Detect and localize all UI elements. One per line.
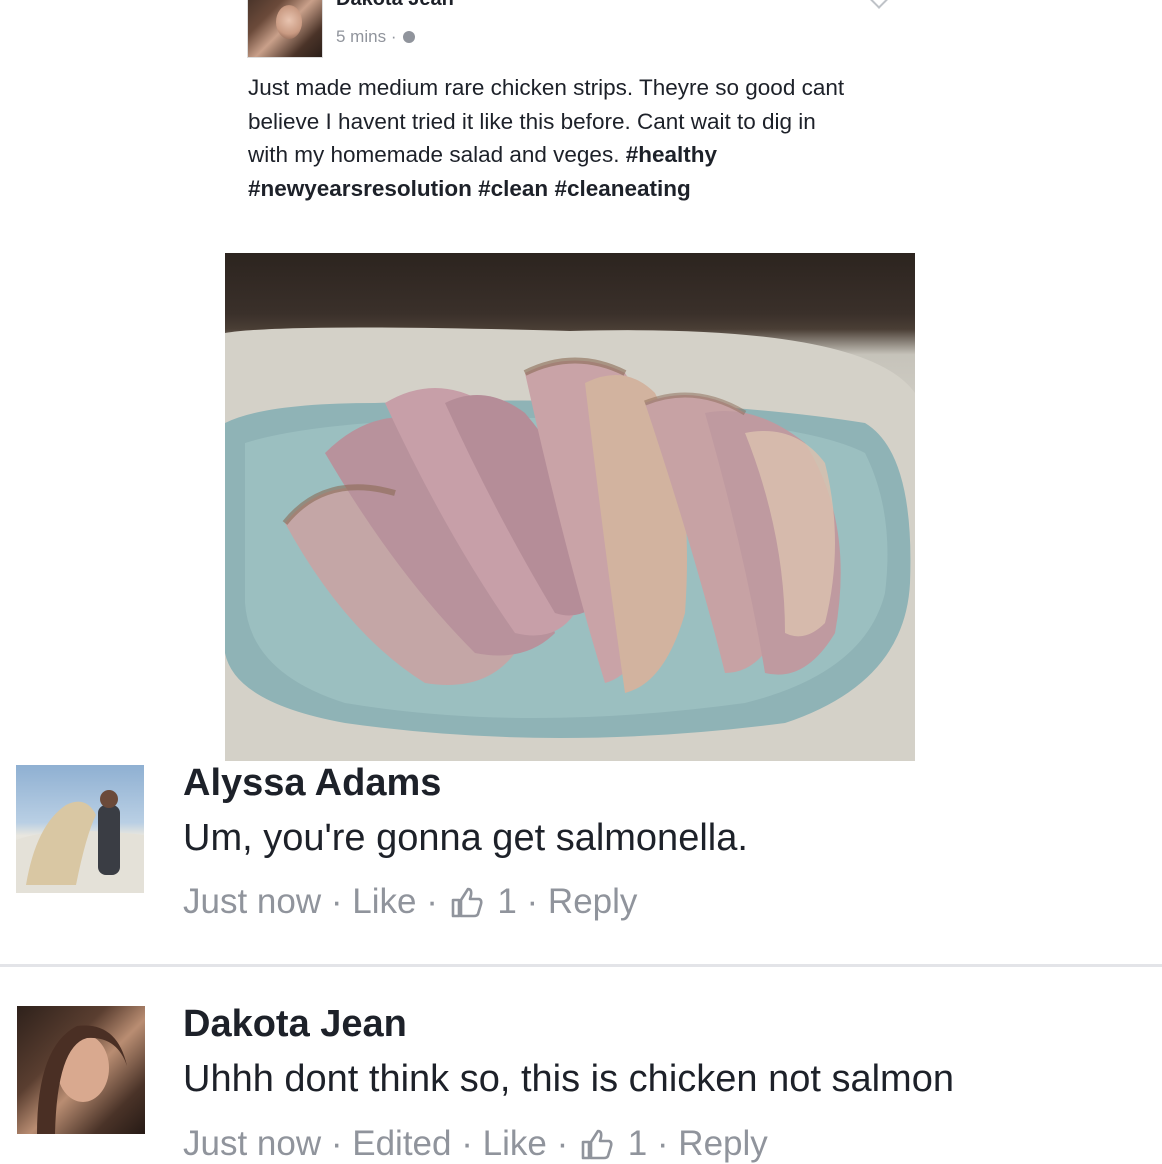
action-separator: · [330, 1123, 343, 1163]
post-time[interactable]: 5 mins [336, 27, 386, 46]
comment-author-name[interactable]: Dakota Jean [183, 1003, 407, 1046]
chevron-down-icon[interactable] [869, 0, 889, 9]
meta-separator: · [390, 27, 397, 46]
thumbs-up-icon [451, 887, 483, 918]
comment-author-avatar[interactable] [16, 765, 144, 893]
comment-author-avatar[interactable] [17, 1006, 145, 1134]
globe-icon [403, 31, 416, 43]
avatar-illustration [16, 790, 144, 893]
action-separator: · [461, 1123, 473, 1163]
reply-link[interactable]: Reply [678, 1124, 767, 1163]
post-timestamp: 5 mins · [336, 27, 416, 47]
action-separator: · [656, 1123, 669, 1163]
post-body: Just made medium rare chicken strips. Th… [248, 75, 845, 167]
action-separator: · [556, 1123, 569, 1163]
like-link[interactable]: Like [352, 882, 416, 921]
action-separator: · [330, 881, 343, 921]
post-text: Just made medium rare chicken strips. Th… [248, 71, 858, 205]
comment-time[interactable]: Just now [183, 1124, 321, 1163]
action-separator: · [426, 881, 438, 921]
comment-text: Um, you're gonna get salmonella. [183, 817, 748, 859]
hashtag[interactable]: #cleaneating [554, 176, 690, 201]
comment-text: Uhhh dont think so, this is chicken not … [183, 1058, 954, 1100]
avatar-face [276, 5, 302, 39]
reply-link[interactable]: Reply [548, 882, 637, 921]
comment-divider [0, 964, 1162, 967]
action-separator: · [526, 881, 539, 921]
photo-illustration [225, 327, 915, 761]
comment-time[interactable]: Just now [183, 882, 321, 921]
comment-actions: Just now · Like · 1 · Reply [183, 880, 637, 922]
hashtag[interactable]: #clean [478, 176, 548, 201]
hashtag[interactable]: #healthy [626, 142, 717, 167]
like-link[interactable]: Like [483, 1124, 547, 1163]
like-count: 1 [497, 881, 517, 921]
like-count: 1 [627, 1123, 648, 1163]
avatar-illustration [37, 1025, 127, 1134]
thumbs-up-icon [581, 1129, 613, 1160]
comment-actions: Just now · Edited · Like · 1 · Reply [183, 1122, 768, 1164]
post-author-name[interactable]: Dakota Jean [336, 0, 454, 11]
edited-label[interactable]: Edited [352, 1124, 451, 1163]
post-author-avatar[interactable] [247, 0, 323, 58]
post-photo[interactable] [225, 253, 915, 761]
hashtag[interactable]: #newyearsresolution [248, 176, 472, 201]
comment-author-name[interactable]: Alyssa Adams [183, 762, 441, 805]
